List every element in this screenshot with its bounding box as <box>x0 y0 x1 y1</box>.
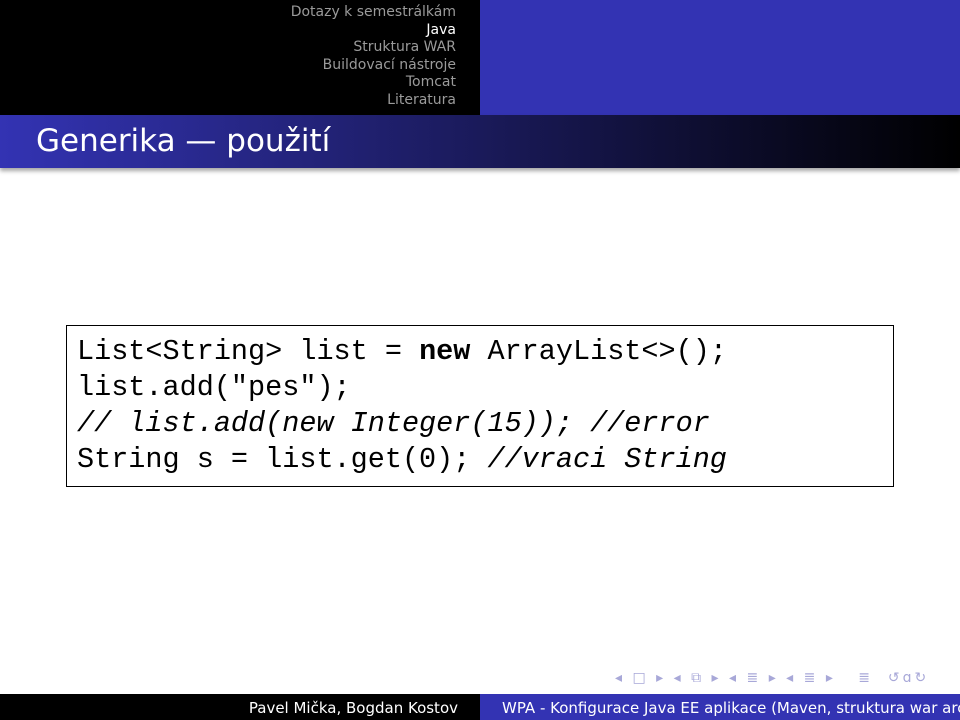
code-comment-line: // list.add(new Integer(15)); //error <box>77 407 710 440</box>
slide-title: Generika — použití <box>36 123 331 159</box>
frame-title-bar: Generika — použití <box>0 115 960 168</box>
code-text: String s = list.get(0); <box>77 443 488 476</box>
nav-item-dotazy[interactable]: Dotazy k semestrálkám <box>291 4 456 22</box>
nav-item-tomcat[interactable]: Tomcat <box>291 74 456 92</box>
code-line: String s = list.get(0); //vraci String <box>77 442 893 478</box>
code-block: List<String> list = new ArrayList<>(); l… <box>66 325 894 487</box>
footer-authors: Pavel Mička, Bogdan Kostov <box>0 694 480 720</box>
code-text: ArrayList<>(); <box>470 335 727 368</box>
code-text: List<String> list = <box>77 335 420 368</box>
footer-title: WPA - Konfigurace Java EE aplikace (Mave… <box>480 694 960 720</box>
nav-item-struktura-war[interactable]: Struktura WAR <box>291 39 456 57</box>
code-line: List<String> list = new ArrayList<>(); <box>77 334 893 370</box>
nav-item-java[interactable]: Java <box>291 22 456 40</box>
code-line: list.add("pes"); <box>77 371 351 404</box>
nav-item-buildovaci-nastroje[interactable]: Buildovací nástroje <box>291 57 456 75</box>
section-navigation: Dotazy k semestrálkám Java Struktura WAR… <box>291 4 456 109</box>
code-keyword: new <box>419 335 471 368</box>
header-nav-panel: Dotazy k semestrálkám Java Struktura WAR… <box>0 0 480 115</box>
nav-item-literatura[interactable]: Literatura <box>291 92 456 110</box>
code-comment: //vraci String <box>487 443 727 476</box>
header-right-panel <box>480 0 960 115</box>
beamer-navigation-icons[interactable]: ◂ □ ▸ ◂ ⧉ ▸ ◂ ≣ ▸ ◂ ≣ ▸ ≣ ↺ɑ↻ <box>615 670 929 686</box>
